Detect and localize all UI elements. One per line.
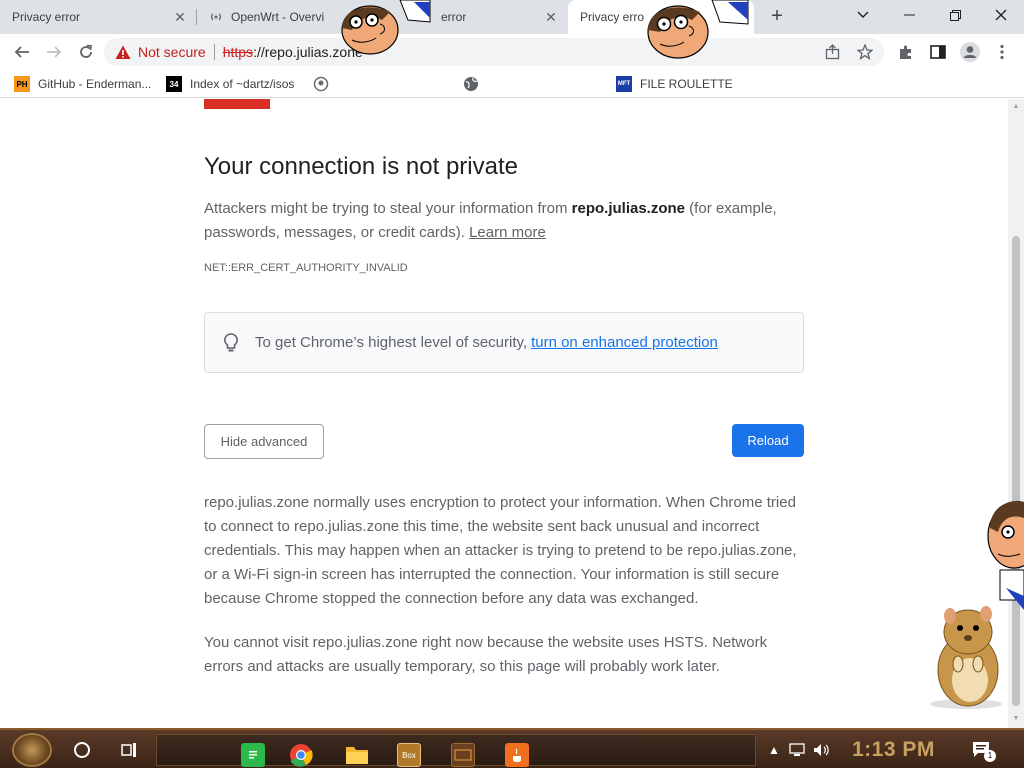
tab-title: Privacy erro [580, 10, 645, 24]
error-description: Attackers might be trying to steal your … [204, 197, 804, 245]
minimize-button[interactable] [886, 0, 932, 30]
pinned-apps-area: Box [156, 734, 756, 767]
profile-avatar-icon[interactable] [960, 42, 980, 62]
tab-title: error [441, 10, 467, 24]
badge-icon [313, 76, 329, 92]
tab-title: OpenWrt - Overvi [231, 10, 325, 24]
reload-button[interactable]: Reload [732, 424, 804, 457]
address-bar[interactable]: Not secure https://repo.julias.zone [104, 38, 884, 66]
bookmark-dartz-isos[interactable]: 34 Index of ~dartz/isos [166, 75, 294, 93]
omnibox-divider [213, 44, 215, 60]
close-icon [995, 9, 1007, 21]
back-button[interactable] [8, 38, 36, 66]
enhanced-protection-link[interactable]: turn on enhanced protection [531, 334, 718, 351]
enhanced-protection-text: To get Chrome’s highest level of securit… [255, 334, 528, 351]
browser-toolbar: Not secure https://repo.julias.zone [0, 34, 1024, 70]
start-button[interactable] [12, 733, 52, 767]
learn-more-link[interactable]: Learn more [469, 224, 546, 241]
notification-center-icon[interactable]: 1 [972, 740, 996, 762]
share-icon[interactable] [824, 43, 842, 61]
extensions-puzzle-icon[interactable] [896, 42, 916, 62]
taskbar-clock[interactable]: 1:13 PM [852, 738, 935, 762]
network-icon[interactable] [788, 740, 808, 760]
lightbulb-icon [221, 332, 241, 353]
forward-arrow-icon [47, 46, 62, 58]
enhanced-protection-banner: To get Chrome’s highest level of securit… [204, 312, 804, 373]
error-icon-remnant [204, 99, 270, 109]
cartoon-character-overlay [647, 0, 749, 59]
bookmark-label: Index of ~dartz/isos [190, 77, 295, 91]
search-icon[interactable] [70, 738, 94, 762]
new-tab-button[interactable]: + [764, 5, 790, 29]
url-scheme: https [222, 44, 254, 60]
task-view-icon[interactable] [118, 738, 142, 762]
notification-count-badge: 1 [984, 750, 996, 762]
desc-host: repo.julias.zone [571, 200, 686, 217]
bookmark-file-roulette[interactable]: MFT FILE ROULETTE [616, 75, 733, 93]
forward-button[interactable] [40, 38, 68, 66]
grid-icon: 34 [166, 76, 182, 92]
bookmark-label: FILE ROULETTE [640, 77, 733, 91]
bookmarks-bar: PH GitHub - Enderman... 34 Index of ~dar… [0, 70, 1024, 98]
close-window-button[interactable] [978, 0, 1024, 30]
notes-app-icon[interactable] [241, 743, 265, 767]
bookmark-github[interactable]: PH GitHub - Enderman... [14, 75, 151, 93]
scroll-up-arrow-icon[interactable]: ▲ [1012, 103, 1020, 111]
bookmark-star-icon[interactable] [856, 43, 874, 61]
restore-button[interactable] [932, 0, 978, 30]
cartoon-character-overlay [987, 500, 1024, 610]
chrome-icon[interactable] [289, 743, 313, 767]
game-icon[interactable]: Box [397, 743, 421, 767]
minimize-icon [903, 14, 915, 16]
hamster-overlay [930, 606, 1002, 709]
java-icon[interactable] [505, 743, 529, 767]
scroll-down-arrow-icon[interactable]: ▼ [1012, 715, 1020, 723]
folder-icon[interactable] [345, 743, 369, 767]
bookmark-label: GitHub - Enderman... [38, 77, 152, 91]
tab-search-button[interactable] [840, 0, 886, 30]
dvd-icon[interactable] [451, 743, 475, 767]
chevron-down-icon [857, 11, 869, 18]
ph-icon: PH [14, 76, 30, 92]
cartoon-character-overlay [341, 0, 431, 55]
scroll-thumb[interactable] [1012, 236, 1020, 706]
page-scrollbar[interactable]: ▲ ▼ [1008, 99, 1024, 728]
bookmark-4[interactable] [463, 75, 487, 93]
hide-advanced-button[interactable]: Hide advanced [204, 424, 324, 459]
back-arrow-icon [14, 46, 29, 58]
refresh-icon [80, 44, 93, 58]
tab-title: Privacy error [12, 10, 81, 24]
antenna-icon [209, 10, 223, 24]
hsts-paragraph: You cannot visit repo.julias.zone right … [204, 634, 768, 675]
close-tab-icon[interactable]: ✕ [172, 9, 188, 25]
tab-privacy-error-1[interactable]: Privacy error ✕ [0, 0, 196, 34]
close-tab-icon[interactable]: ✕ [543, 9, 559, 25]
not-secure-label[interactable]: Not secure [138, 44, 206, 60]
page-content: Your connection is not private Attackers… [0, 99, 1008, 728]
taskbar: Box ▲ 1:13 PM 1 [0, 728, 1024, 768]
advanced-details-paragraph: repo.julias.zone normally uses encryptio… [204, 494, 797, 607]
mft-icon: MFT [616, 76, 632, 92]
tray-overflow-icon[interactable]: ▲ [764, 740, 784, 760]
reload-nav-button[interactable] [72, 38, 100, 66]
warning-triangle-icon[interactable] [114, 43, 132, 61]
side-panel-icon[interactable] [928, 42, 948, 62]
menu-kebab-icon[interactable] [992, 42, 1012, 62]
error-code[interactable]: NET::ERR_CERT_AUTHORITY_INVALID [204, 262, 408, 274]
volume-icon[interactable] [812, 740, 832, 760]
page-title: Your connection is not private [204, 153, 518, 180]
bookmark-3[interactable] [313, 75, 337, 93]
globe-icon [463, 76, 479, 92]
desc-text: Attackers might be trying to steal your … [204, 200, 572, 217]
tab-strip: Privacy error ✕ OpenWrt - Overvi error ✕… [0, 0, 1024, 34]
restore-icon [949, 9, 961, 21]
